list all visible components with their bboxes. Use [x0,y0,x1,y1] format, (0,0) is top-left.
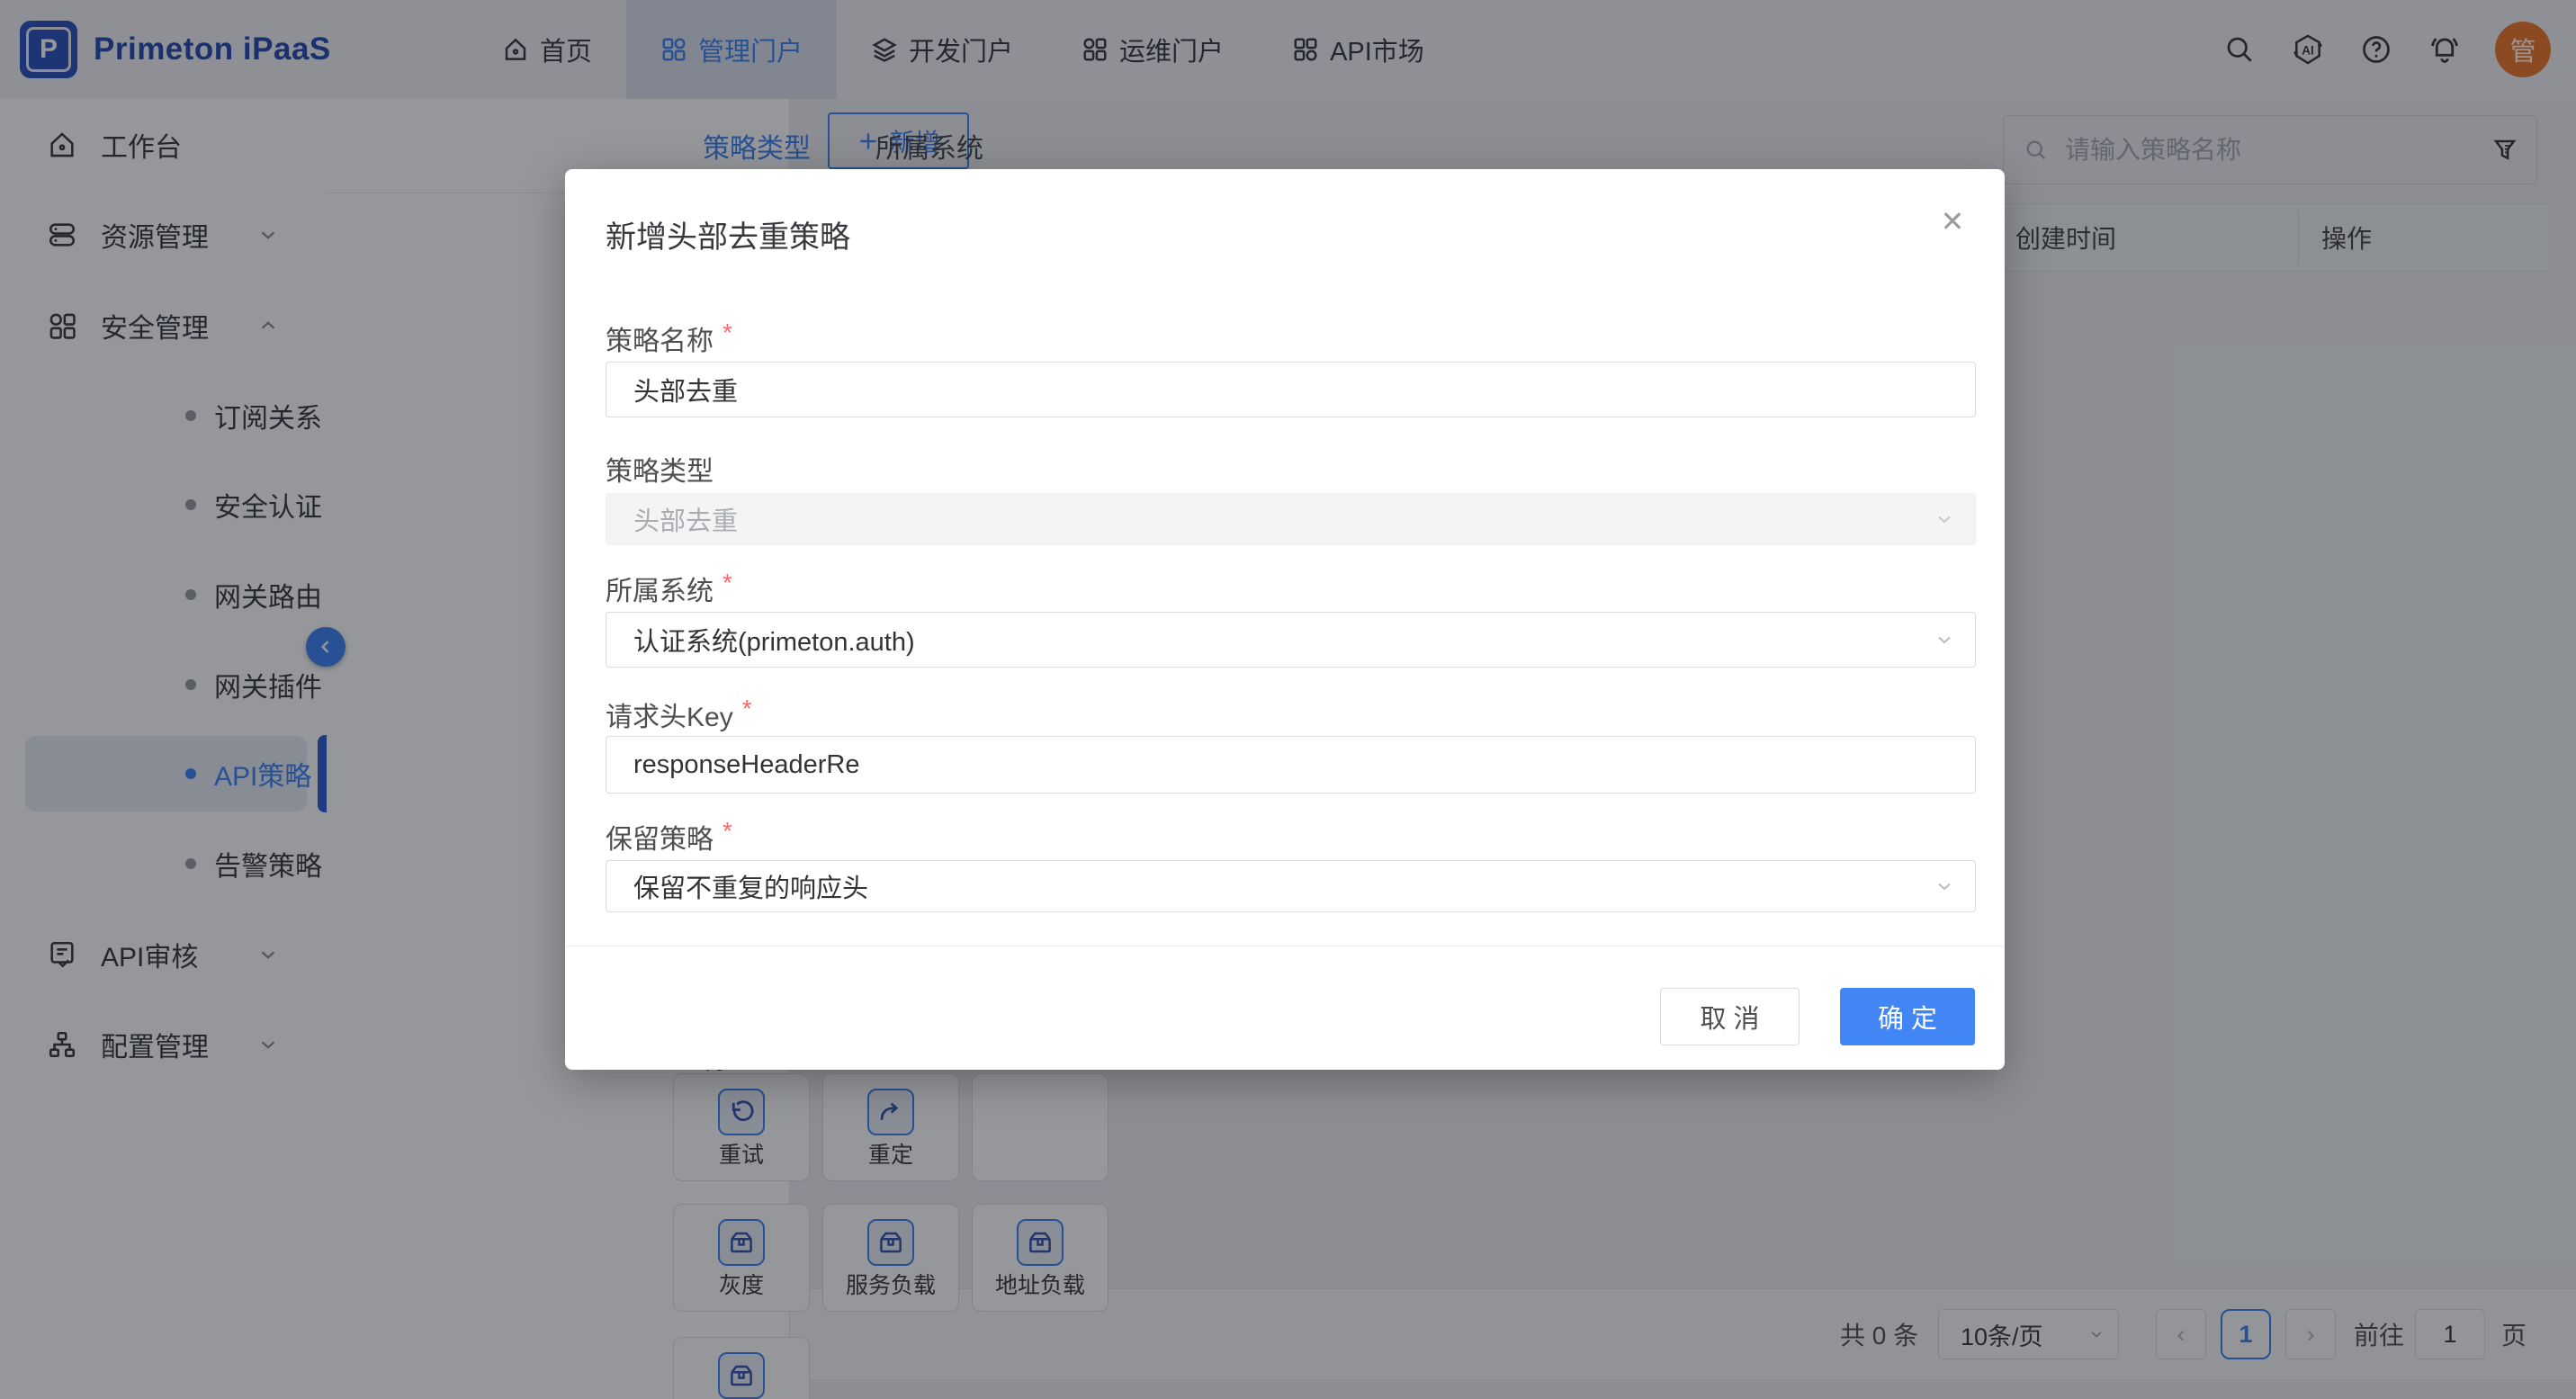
chevron-down-icon [1934,629,1955,650]
confirm-button[interactable]: 确 定 [1840,988,1975,1045]
retain-policy-select[interactable]: 保留不重复的响应头 [606,860,1976,912]
select-value: 保留不重复的响应头 [633,874,869,903]
add-header-dedup-modal: 新增头部去重策略 ✕ 策略名称* 策略类型 头部去重 所属系统* 认证系统(pr… [565,169,2005,1070]
app-screen: P Primeton iPaaS 首页 管理门户 开发门户 运维门户 API市场… [0,0,2576,1399]
header-key-input[interactable] [606,749,1975,780]
modal-title: 新增头部去重策略 [606,220,850,255]
owner-system-select[interactable]: 认证系统(primeton.auth) [606,612,1976,668]
field-label-header-key: 请求头Key * [606,695,752,732]
close-icon[interactable]: ✕ [1933,202,1972,241]
chevron-down-icon [1934,508,1955,530]
cancel-button[interactable]: 取 消 [1660,988,1800,1045]
policy-type-select: 头部去重 [606,493,1976,545]
select-value: 认证系统(primeton.auth) [633,628,915,657]
field-label-policy-type: 策略类型 [606,457,714,487]
field-label-policy-name: 策略名称 * [606,318,732,356]
required-mark: * [723,569,732,596]
header-key-field[interactable] [606,736,1976,794]
field-label-owner-system: 所属系统 * [606,569,732,606]
chevron-down-icon [1934,875,1955,897]
required-mark: * [723,318,732,346]
field-label-retain-policy: 保留策略 * [606,817,732,855]
policy-name-input[interactable] [606,374,1975,405]
select-value: 头部去重 [633,507,739,536]
required-mark: * [723,817,732,845]
policy-name-field[interactable] [606,362,1976,417]
required-mark: * [741,695,752,722]
